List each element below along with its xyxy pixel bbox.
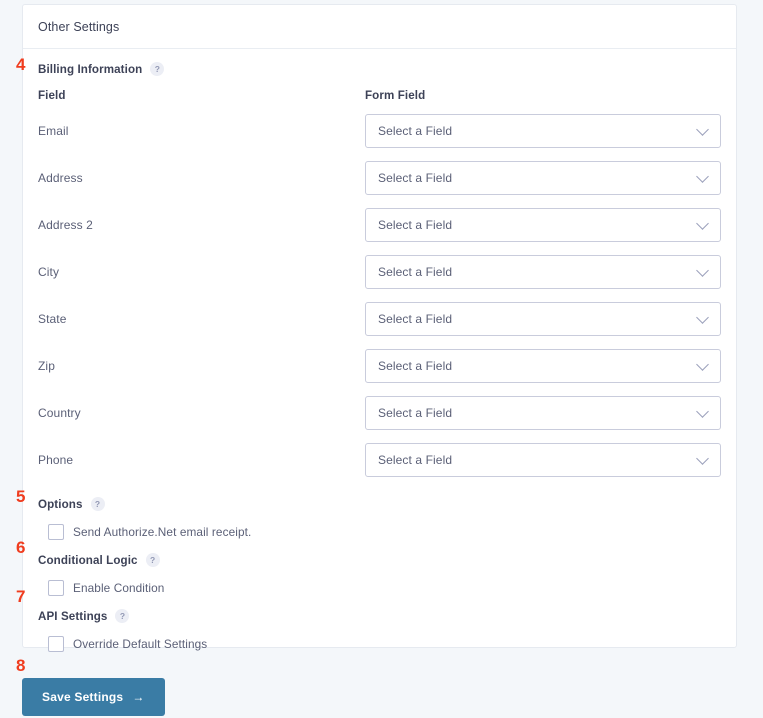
table-header-row: Field Form Field [38, 83, 721, 114]
checkbox-label-enable-condition[interactable]: Enable Condition [73, 581, 164, 595]
select-value: Select a Field [378, 359, 453, 373]
chevron-down-icon [696, 264, 709, 277]
section-label-options: Options [38, 497, 83, 511]
form-field-select-zip[interactable]: Select a Field [365, 349, 721, 383]
field-label: City [38, 265, 60, 279]
checkbox-override-default-settings[interactable] [48, 636, 64, 652]
column-header-field: Field [38, 89, 66, 102]
form-field-select-phone[interactable]: Select a Field [365, 443, 721, 477]
form-field-select-city[interactable]: Select a Field [365, 255, 721, 289]
panel-header: Other Settings [23, 5, 736, 49]
table-row: Country Select a Field [38, 396, 721, 443]
chevron-down-icon [696, 217, 709, 230]
row-form-field-cell: Select a Field [365, 302, 721, 349]
annotation-marker-5: 5 [16, 487, 26, 506]
annotation-marker-7: 7 [16, 587, 26, 606]
section-conditional-logic: Conditional Logic ? [38, 546, 721, 574]
billing-table-body: Email Select a Field Address Select a Fi… [38, 114, 721, 490]
row-field-cell: Email [38, 114, 365, 161]
field-label: Country [38, 406, 81, 420]
select-value: Select a Field [378, 124, 453, 138]
panel-body: Billing Information ? Field Form Field E… [23, 49, 736, 658]
field-label: Phone [38, 453, 74, 467]
checkbox-send-email-receipt[interactable] [48, 524, 64, 540]
column-header-form-field: Form Field [365, 89, 426, 102]
field-label: Email [38, 124, 69, 138]
option-row-email-receipt[interactable]: Send Authorize.Net email receipt. [38, 518, 721, 546]
billing-field-mapping-table: Field Form Field Email Select a Field Ad… [38, 83, 721, 490]
annotation-marker-4: 4 [16, 55, 26, 74]
row-field-cell: Address [38, 161, 365, 208]
chevron-down-icon [696, 170, 709, 183]
section-label-conditional-logic: Conditional Logic [38, 553, 138, 567]
option-row-enable-condition[interactable]: Enable Condition [38, 574, 721, 602]
row-field-cell: City [38, 255, 365, 302]
row-field-cell: Address 2 [38, 208, 365, 255]
chevron-down-icon [696, 405, 709, 418]
section-label-billing-information: Billing Information [38, 62, 143, 76]
field-label: Address 2 [38, 218, 93, 232]
form-field-select-address[interactable]: Select a Field [365, 161, 721, 195]
row-form-field-cell: Select a Field [365, 208, 721, 255]
table-row: Email Select a Field [38, 114, 721, 161]
page-right-gutter [745, 0, 763, 718]
chevron-down-icon [696, 358, 709, 371]
row-form-field-cell: Select a Field [365, 349, 721, 396]
checkbox-label-override-default-settings[interactable]: Override Default Settings [73, 637, 207, 651]
field-label: State [38, 312, 67, 326]
row-field-cell: Zip [38, 349, 365, 396]
chevron-down-icon [696, 123, 709, 136]
select-value: Select a Field [378, 171, 453, 185]
row-field-cell: State [38, 302, 365, 349]
select-value: Select a Field [378, 218, 453, 232]
section-options: Options ? [38, 490, 721, 518]
annotation-marker-6: 6 [16, 538, 26, 557]
help-icon-api-settings[interactable]: ? [115, 609, 130, 623]
form-field-select-country[interactable]: Select a Field [365, 396, 721, 430]
help-icon-options[interactable]: ? [90, 497, 105, 511]
row-field-cell: Phone [38, 443, 365, 490]
row-form-field-cell: Select a Field [365, 255, 721, 302]
field-label: Zip [38, 359, 55, 373]
table-row: Address Select a Field [38, 161, 721, 208]
select-value: Select a Field [378, 406, 453, 420]
row-form-field-cell: Select a Field [365, 443, 721, 490]
arrow-right-icon: → [132, 690, 145, 704]
table-row: State Select a Field [38, 302, 721, 349]
row-form-field-cell: Select a Field [365, 114, 721, 161]
row-field-cell: Country [38, 396, 365, 443]
table-row: Phone Select a Field [38, 443, 721, 490]
save-settings-button[interactable]: Save Settings → [22, 678, 165, 716]
row-form-field-cell: Select a Field [365, 396, 721, 443]
checkbox-label-send-email-receipt[interactable]: Send Authorize.Net email receipt. [73, 525, 251, 539]
table-row: City Select a Field [38, 255, 721, 302]
field-label: Address [38, 171, 83, 185]
table-row: Zip Select a Field [38, 349, 721, 396]
checkbox-enable-condition[interactable] [48, 580, 64, 596]
other-settings-panel: Other Settings Billing Information ? Fie… [22, 4, 737, 652]
section-billing-information: Billing Information ? [38, 55, 721, 83]
chevron-down-icon [696, 311, 709, 324]
section-label-api-settings: API Settings [38, 609, 108, 623]
form-field-select-state[interactable]: Select a Field [365, 302, 721, 336]
save-settings-label: Save Settings [42, 690, 124, 704]
form-field-select-address-2[interactable]: Select a Field [365, 208, 721, 242]
row-form-field-cell: Select a Field [365, 161, 721, 208]
section-api-settings: API Settings ? [38, 602, 721, 630]
annotation-marker-8: 8 [16, 656, 26, 675]
select-value: Select a Field [378, 265, 453, 279]
help-icon-billing-information[interactable]: ? [150, 62, 165, 76]
form-field-select-email[interactable]: Select a Field [365, 114, 721, 148]
page-title: Other Settings [38, 19, 120, 34]
select-value: Select a Field [378, 312, 453, 326]
help-icon-conditional-logic[interactable]: ? [145, 553, 160, 567]
option-row-override-default-settings[interactable]: Override Default Settings [38, 630, 721, 658]
table-row: Address 2 Select a Field [38, 208, 721, 255]
chevron-down-icon [696, 452, 709, 465]
select-value: Select a Field [378, 453, 453, 467]
